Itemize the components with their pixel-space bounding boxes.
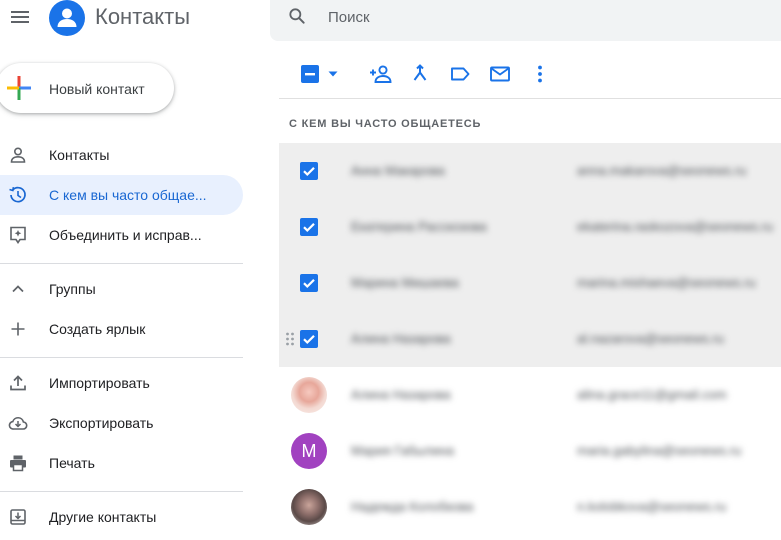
plus-icon: [11, 322, 25, 336]
sidebar-item-frequent[interactable]: С кем вы часто общае...: [0, 175, 243, 215]
sidebar-item-label: Объединить и исправ...: [49, 227, 202, 243]
more-vert-icon: [538, 65, 542, 83]
upload-icon: [10, 375, 26, 391]
contact-row[interactable]: Алина Назарова al.nazarova@seonews.ru: [279, 311, 781, 367]
sidebar-item-label: Другие контакты: [49, 509, 157, 525]
drag-handle-icon[interactable]: [285, 331, 295, 347]
sidebar-item-label: Экспортировать: [49, 415, 154, 431]
email-button[interactable]: [486, 60, 514, 88]
contact-name: Анна Макарова: [351, 163, 445, 178]
merge-icon: [413, 64, 427, 81]
hamburger-menu-icon[interactable]: [8, 5, 32, 29]
sidebar-item-merge-fix[interactable]: Объединить и исправ...: [0, 215, 243, 255]
contact-name: Надежда Колобкова: [351, 499, 474, 514]
contact-email: alina.grace11@gmail.com: [577, 387, 727, 402]
section-title: С КЕМ ВЫ ЧАСТО ОБЩАЕТЕСЬ: [289, 118, 482, 130]
avatar[interactable]: [291, 377, 327, 413]
sidebar-item-label: Печать: [49, 455, 95, 471]
email-icon: [490, 66, 510, 82]
sidebar-item-label: Импортировать: [49, 375, 150, 391]
contact-name: Алина Назарова: [351, 331, 451, 346]
select-menu-button[interactable]: [322, 60, 344, 88]
app-title: Контакты: [95, 4, 191, 29]
avatar[interactable]: M: [291, 433, 327, 469]
contact-row[interactable]: Марина Мишаева marina.mishaeva@seonews.r…: [279, 255, 781, 311]
merge-fix-icon: [10, 226, 26, 244]
person-icon: [10, 147, 26, 163]
new-contact-label: Новый контакт: [49, 81, 145, 97]
sidebar-item-label: Группы: [49, 281, 96, 297]
archive-download-icon: [10, 509, 26, 525]
more-options-button[interactable]: [526, 60, 554, 88]
sidebar-item-other-contacts[interactable]: Другие контакты: [0, 497, 243, 537]
contact-email: maria.gabylina@seonews.ru: [577, 443, 742, 458]
printer-icon: [10, 455, 26, 472]
label-button[interactable]: [446, 60, 474, 88]
contact-row[interactable]: Екатерина Расскозова ekaterina.raskozova…: [279, 199, 781, 255]
checkbox-checked-icon[interactable]: [299, 217, 319, 237]
sidebar-item-label: С кем вы часто общае...: [49, 187, 207, 203]
contact-email: anna.makarova@seonews.ru: [577, 163, 747, 178]
sidebar-item-label: Контакты: [49, 147, 110, 163]
contact-email: n.kolobkova@seonews.ru: [577, 499, 727, 514]
contact-name: Мария Габылина: [351, 443, 454, 458]
avatar[interactable]: [291, 489, 327, 525]
sidebar-item-create-label[interactable]: Создать ярлык: [0, 309, 243, 349]
contact-row[interactable]: Анна Макарова anna.makarova@seonews.ru: [279, 143, 781, 199]
checkbox-checked-icon[interactable]: [299, 161, 319, 181]
sidebar-item-label: Создать ярлык: [49, 321, 146, 337]
contact-email: marina.mishaeva@seonews.ru: [577, 275, 756, 290]
toolbar-divider: [279, 98, 781, 99]
contact-email: ekaterina.raskozova@seonews.ru: [577, 219, 774, 234]
search-input[interactable]: [318, 4, 758, 30]
history-icon: [9, 186, 26, 203]
contact-name: Алина Назарова: [351, 387, 451, 402]
cloud-download-icon: [8, 416, 28, 430]
checkbox-checked-icon[interactable]: [299, 329, 319, 349]
contact-name: Екатерина Расскозова: [351, 219, 487, 234]
contact-row[interactable]: M Мария Габылина maria.gabylina@seonews.…: [279, 423, 781, 479]
contact-email: al.nazarova@seonews.ru: [577, 331, 724, 346]
dropdown-arrow-icon: [328, 71, 338, 77]
contacts-person-icon: [49, 0, 85, 36]
checkbox-checked-icon[interactable]: [299, 273, 319, 293]
sidebar-divider: [0, 357, 243, 358]
contact-name: Марина Мишаева: [351, 275, 459, 290]
contact-row[interactable]: Надежда Колобкова n.kolobkova@seonews.ru: [279, 479, 781, 535]
chevron-up-icon: [12, 285, 24, 293]
sidebar-item-import[interactable]: Импортировать: [0, 363, 243, 403]
search-icon[interactable]: [287, 6, 307, 26]
select-checkbox-icon: [301, 65, 319, 83]
contact-row[interactable]: Алина Назарова alina.grace11@gmail.com: [279, 367, 781, 423]
sidebar-item-groups[interactable]: Группы: [0, 269, 243, 309]
sidebar-item-contacts[interactable]: Контакты: [0, 135, 243, 175]
sidebar-item-print[interactable]: Печать: [0, 443, 243, 483]
multicolor-plus-icon: [7, 76, 31, 100]
sidebar-divider: [0, 263, 243, 264]
add-to-contacts-icon: [370, 65, 392, 83]
merge-button[interactable]: [406, 60, 434, 88]
sidebar-divider: [0, 491, 243, 492]
label-icon: [451, 67, 470, 81]
sidebar-item-export[interactable]: Экспортировать: [0, 403, 243, 443]
add-to-contacts-button[interactable]: [366, 60, 394, 88]
select-checkbox-button[interactable]: [296, 60, 324, 88]
